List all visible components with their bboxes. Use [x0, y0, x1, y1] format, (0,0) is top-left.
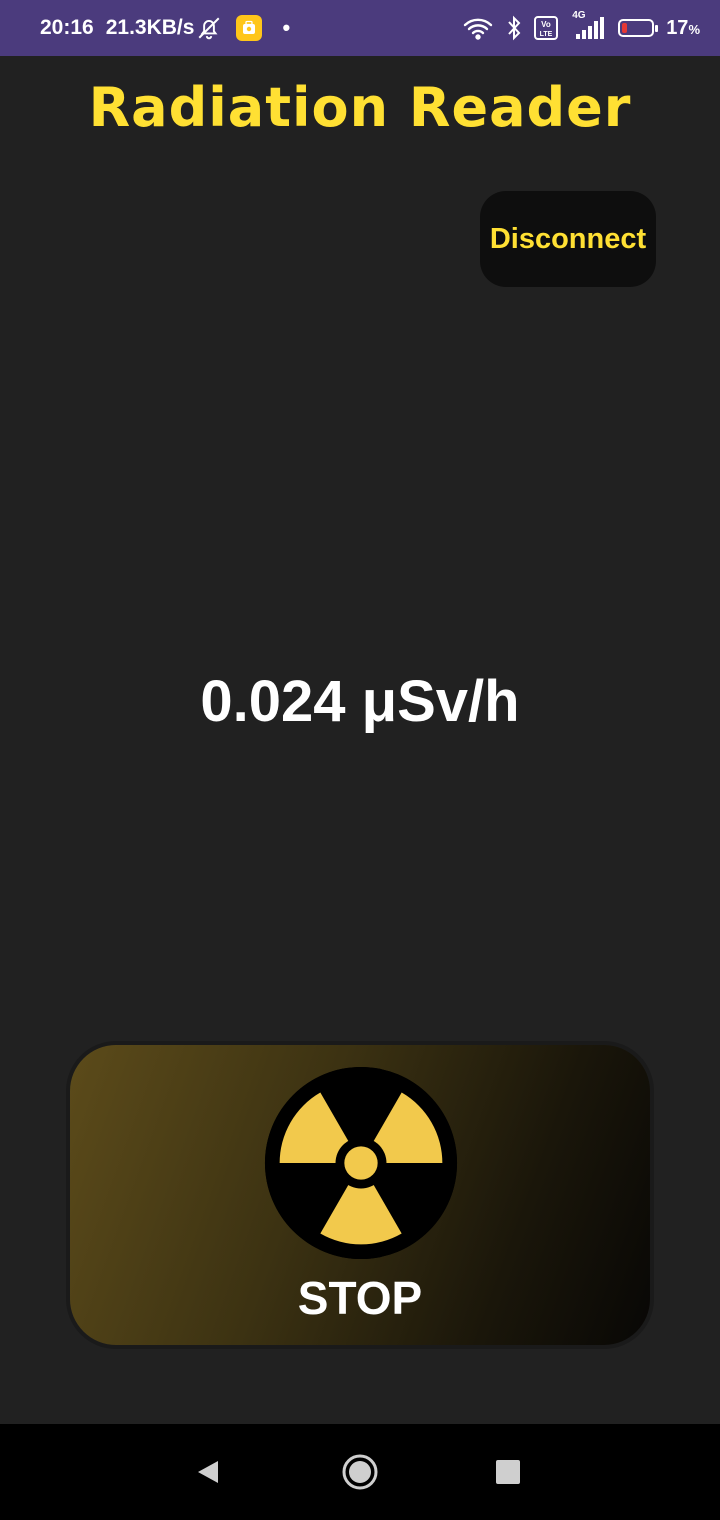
status-time: 20:16 [40, 16, 94, 39]
status-right: Vo LTE 4G 17% [462, 0, 700, 56]
bluetooth-icon [506, 15, 522, 41]
app-notification-icon [236, 15, 263, 41]
stop-label: STOP [297, 1272, 423, 1324]
disconnect-button[interactable]: Disconnect [480, 191, 656, 287]
status-network-speed: 21.3KB/s [105, 16, 195, 39]
svg-text:Vo: Vo [541, 20, 551, 29]
battery-percent: 17% [666, 17, 700, 40]
bell-off-icon [196, 15, 222, 41]
volte-icon: Vo LTE [534, 16, 559, 40]
network-type-label: 4G [572, 10, 586, 21]
home-icon[interactable] [334, 1446, 386, 1498]
signal-icon: 4G [570, 10, 606, 40]
battery-icon [618, 19, 659, 37]
app-title: Radiation Reader [88, 76, 632, 139]
svg-text:LTE: LTE [540, 31, 553, 38]
notification-dot: • [282, 15, 291, 40]
battery-outline [618, 19, 659, 37]
battery-fill [622, 23, 628, 33]
navigation-bar [0, 1424, 720, 1520]
battery-percent-value: 17 [666, 16, 689, 39]
status-left: 20:16 21.3KB/s • [40, 0, 290, 56]
back-icon[interactable] [182, 1446, 234, 1498]
recents-icon[interactable] [482, 1446, 534, 1498]
wifi-icon [462, 16, 494, 40]
status-bar: 20:16 21.3KB/s • Vo LTE 4G 17% [0, 0, 720, 56]
radiation-icon [264, 1066, 458, 1260]
screen: 20:16 21.3KB/s • Vo LTE 4G 17% Radiation… [0, 0, 720, 1520]
stop-button[interactable]: STOP [70, 1045, 650, 1345]
battery-percent-unit: % [688, 21, 700, 37]
radiation-reading: 0.024 μSv/h [200, 669, 520, 734]
